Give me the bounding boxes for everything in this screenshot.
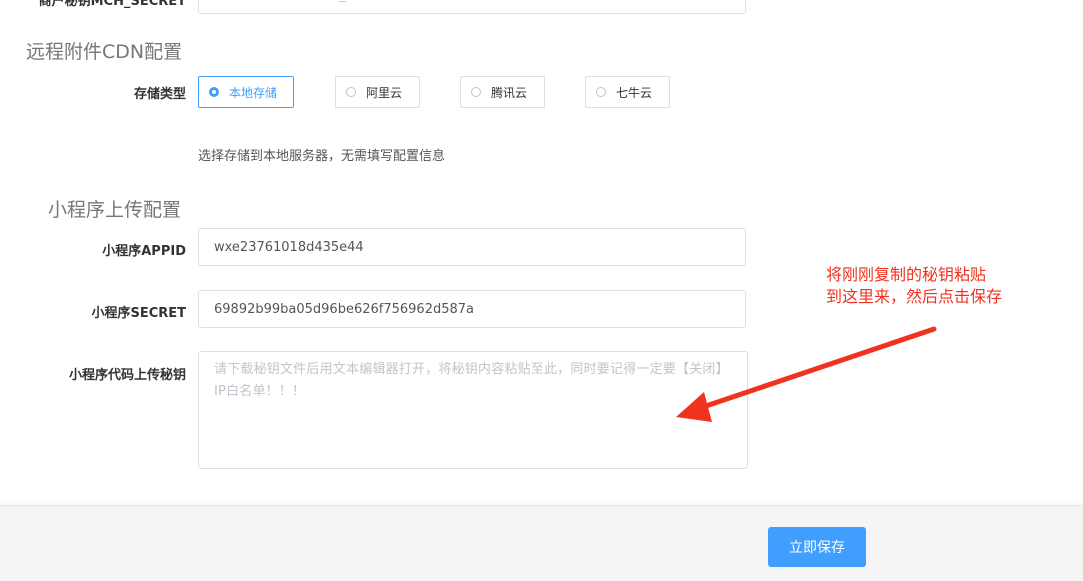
annotation-arrow-icon [676, 326, 937, 422]
save-button[interactable]: 立即保存 [768, 527, 866, 567]
footer-bar [0, 505, 1083, 581]
